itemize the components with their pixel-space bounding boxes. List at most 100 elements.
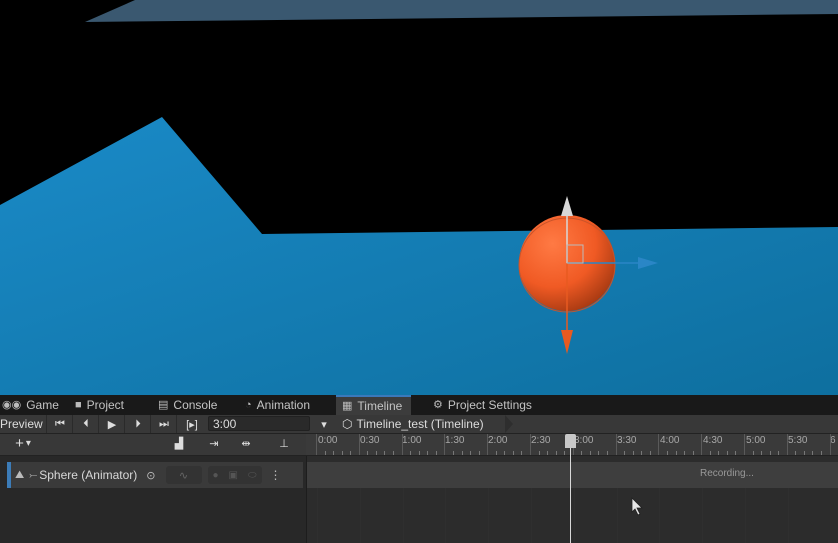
ruler-tick xyxy=(718,451,720,455)
ruler-tick xyxy=(649,451,651,455)
ruler-tick xyxy=(504,451,506,455)
gridline xyxy=(317,488,318,543)
ruler-tick xyxy=(547,451,549,455)
ruler-tick xyxy=(316,434,317,455)
ruler-tick xyxy=(666,451,668,455)
gizmo-y-arrow-icon[interactable] xyxy=(561,196,573,216)
ruler-tick xyxy=(418,451,420,455)
ruler-tick-label: 1:30 xyxy=(445,435,465,446)
tab-project[interactable]: ■ Project xyxy=(75,395,124,415)
gear-icon: ⚙ xyxy=(433,398,443,411)
ruler-tick xyxy=(341,451,343,455)
ruler-tick xyxy=(778,451,780,455)
scene-view[interactable] xyxy=(0,0,838,395)
gridline xyxy=(359,488,361,543)
gridline xyxy=(531,488,532,543)
goto-end-button[interactable]: ⏭ xyxy=(152,415,177,433)
timeline-toolbar: Preview ⏮ ⏴ ▶ ⏵ ⏭ [▸] 3:00 ▾ ⬡ Timeline_… xyxy=(0,415,838,434)
ruler-tick xyxy=(495,451,497,455)
ruler-tick xyxy=(658,434,660,455)
ruler-tick-label: 4:00 xyxy=(660,435,680,446)
next-frame-button[interactable]: ⏵ xyxy=(126,415,151,433)
gridline xyxy=(573,488,575,543)
timeline-menu-dropdown[interactable]: ▾ xyxy=(316,415,332,433)
playhead-handle[interactable] xyxy=(565,434,576,448)
curves-toggle-button[interactable]: ▟ xyxy=(168,434,190,452)
current-time-field[interactable]: 3:00 xyxy=(208,416,310,431)
timeline-panel: ◉◉ Game ■ Project ▤ Console ◔ Animation … xyxy=(0,395,838,543)
tab-timeline[interactable]: ▦ Timeline xyxy=(336,395,412,415)
play-range-button[interactable]: [▸] xyxy=(178,415,206,433)
ruler-tick xyxy=(427,451,429,455)
clip-area[interactable]: Recording... xyxy=(307,456,838,543)
ruler-tick xyxy=(410,451,412,455)
ruler-tick xyxy=(589,451,591,455)
tab-label: Project Settings xyxy=(447,398,532,412)
pin-button[interactable]: ⊥ xyxy=(276,434,292,452)
goto-start-button[interactable]: ⏮ xyxy=(48,415,73,433)
signal-bars-icon: ▟ xyxy=(174,437,184,450)
track-clip-row[interactable]: Recording... xyxy=(307,462,838,488)
ruler-tick xyxy=(444,434,446,455)
timeline-track-toolbar: + ▾ ▟ ⇥ ⇹ ⊥ 0:00 0:30 1:00 1:30 2:00 2:30… xyxy=(0,434,838,456)
ripple-mode-button[interactable]: ⇥ xyxy=(202,434,226,452)
tab-project-settings[interactable]: ⚙ Project Settings xyxy=(433,395,532,415)
curve-toggle-button[interactable]: ∿ xyxy=(165,466,202,484)
chevron-down-icon: ▾ xyxy=(321,418,327,431)
scene-render xyxy=(0,0,838,395)
snap-mode-button[interactable]: ⇹ xyxy=(234,434,258,452)
gridline xyxy=(659,488,661,543)
skip-end-icon: ⏭ xyxy=(159,417,169,430)
film-icon: ▦ xyxy=(342,399,353,412)
tab-label: Game xyxy=(26,398,59,412)
eye-icon: ⬭ xyxy=(247,469,257,481)
object-picker-icon[interactable]: ⊙ xyxy=(146,469,155,482)
preview-button[interactable]: Preview xyxy=(0,415,47,433)
ruler-tick xyxy=(375,451,377,455)
ruler-tick xyxy=(812,451,814,455)
ruler-tick xyxy=(795,451,797,455)
folder-icon: ■ xyxy=(75,398,82,411)
ruler-tick xyxy=(435,451,437,455)
ruler-tick xyxy=(470,451,472,455)
add-track-button[interactable]: + ▾ xyxy=(6,434,40,452)
play-icon: ▶ xyxy=(107,418,117,431)
ruler-tick-label: 0:00 xyxy=(318,435,338,446)
gridline xyxy=(445,488,447,543)
track-header-sphere[interactable]: ⛰ ⤚ Sphere (Animator) ⊙ ∿ ● ▣ ⬭ ⋮ xyxy=(7,462,303,488)
step-back-icon: ⏴ xyxy=(83,417,89,430)
ruler-tick xyxy=(512,451,514,455)
ruler-tick xyxy=(624,451,626,455)
playhead-line[interactable] xyxy=(570,448,571,543)
lock-icon: ▣ xyxy=(228,469,238,481)
ruler-tick-label: 4:30 xyxy=(703,435,723,446)
ruler-tick xyxy=(530,434,531,455)
ruler-tick-label: 6 xyxy=(830,435,836,446)
step-forward-icon: ⏵ xyxy=(135,417,141,430)
tab-label: Project xyxy=(86,398,125,412)
binding-icon: ⤚ xyxy=(29,469,38,481)
play-button[interactable]: ▶ xyxy=(100,415,125,433)
tab-bar: ◉◉ Game ■ Project ▤ Console ◔ Animation … xyxy=(0,395,838,416)
tab-label: Animation xyxy=(256,398,311,412)
tab-game[interactable]: ◉◉ Game xyxy=(2,395,59,415)
ruler-tick-label: 2:30 xyxy=(531,435,551,446)
track-more-menu-icon[interactable]: ⋮ xyxy=(270,468,282,482)
ruler-tick xyxy=(615,434,617,455)
ruler-tick xyxy=(607,451,609,455)
play-range-icon: [▸] xyxy=(186,418,198,431)
ruler-tick xyxy=(521,451,523,455)
ruler-tick xyxy=(367,451,369,455)
previous-frame-button[interactable]: ⏴ xyxy=(74,415,99,433)
tab-label: Console xyxy=(173,398,218,412)
tab-console[interactable]: ▤ Console xyxy=(158,395,217,415)
tab-animation[interactable]: ◔ Animation xyxy=(245,395,310,415)
record-button[interactable]: ● ▣ ⬭ xyxy=(207,466,262,484)
chevron-down-icon: ▾ xyxy=(25,437,31,449)
gridline xyxy=(402,488,404,543)
ruler-tick xyxy=(744,434,745,455)
timeline-asset-breadcrumb[interactable]: ⬡ Timeline_test (Timeline) xyxy=(342,415,484,433)
gridline xyxy=(702,488,704,543)
timeline-asset-icon: ⬡ xyxy=(342,417,353,431)
ruler-tick xyxy=(709,451,711,455)
